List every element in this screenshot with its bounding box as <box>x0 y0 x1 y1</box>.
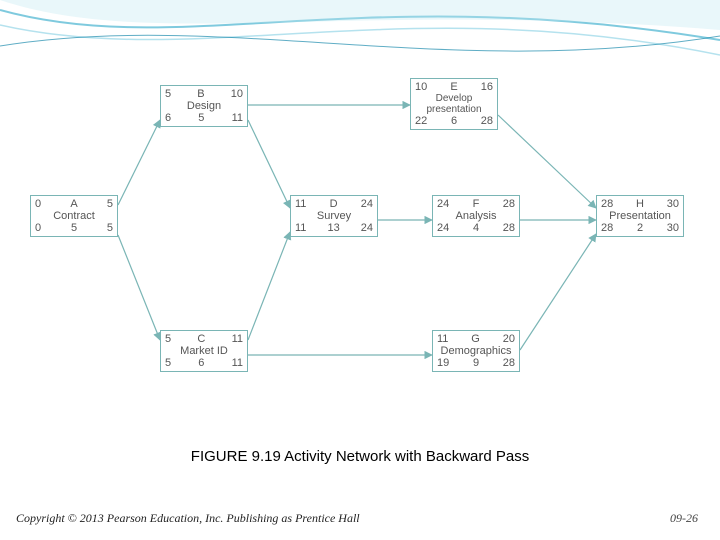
node-lf: 28 <box>503 222 515 234</box>
node-name: Contract <box>31 210 117 222</box>
node-ef: 30 <box>667 198 679 210</box>
node-dur: 2 <box>637 222 643 234</box>
node-name-line1: Develop <box>411 93 497 104</box>
node-name: Presentation <box>597 210 683 222</box>
node-lf: 5 <box>107 222 113 234</box>
node-name: Analysis <box>433 210 519 222</box>
node-lf: 28 <box>503 357 515 369</box>
node-lf: 28 <box>481 115 493 127</box>
node-ls: 5 <box>165 357 171 369</box>
node-ls: 11 <box>295 222 306 234</box>
node-name-line2: presentation <box>411 104 497 115</box>
node-lf: 11 <box>232 357 243 369</box>
copyright-text: Copyright © 2013 Pearson Education, Inc.… <box>16 511 360 526</box>
node-id: D <box>330 198 338 210</box>
node-lf: 24 <box>361 222 373 234</box>
node-name: Demographics <box>433 345 519 357</box>
node-D: 11 D 24 Survey 11 13 24 <box>290 195 378 237</box>
node-es: 11 <box>295 198 306 210</box>
node-H: 28 H 30 Presentation 28 2 30 <box>596 195 684 237</box>
node-id: G <box>471 333 480 345</box>
node-es: 0 <box>35 198 41 210</box>
node-ls: 19 <box>437 357 449 369</box>
node-es: 24 <box>437 198 449 210</box>
node-ef: 16 <box>481 81 493 93</box>
node-ef: 10 <box>231 88 243 100</box>
node-dur: 6 <box>198 357 204 369</box>
node-G: 11 G 20 Demographics 19 9 28 <box>432 330 520 372</box>
node-id: A <box>70 198 77 210</box>
node-id: E <box>450 81 457 93</box>
node-es: 28 <box>601 198 613 210</box>
node-ls: 22 <box>415 115 427 127</box>
node-es: 5 <box>165 333 171 345</box>
node-ls: 6 <box>165 112 171 124</box>
node-id: B <box>197 88 204 100</box>
node-dur: 6 <box>451 115 457 127</box>
edge-G-H <box>520 234 596 350</box>
edge-B-D <box>248 120 290 208</box>
node-ef: 11 <box>232 333 243 345</box>
node-es: 10 <box>415 81 427 93</box>
node-F: 24 F 28 Analysis 24 4 28 <box>432 195 520 237</box>
node-A: 0 A 5 Contract 0 5 5 <box>30 195 118 237</box>
node-lf: 30 <box>667 222 679 234</box>
activity-network-diagram: 0 A 5 Contract 0 5 5 5 B 10 Design 6 5 11 5 C 11 M… <box>0 60 720 430</box>
node-ef: 24 <box>361 198 373 210</box>
edge-C-D <box>248 232 290 340</box>
node-id: C <box>197 333 205 345</box>
node-dur: 9 <box>473 357 479 369</box>
node-name: Survey <box>291 210 377 222</box>
node-dur: 4 <box>473 222 479 234</box>
node-B: 5 B 10 Design 6 5 11 <box>160 85 248 127</box>
node-ls: 28 <box>601 222 613 234</box>
node-name: Design <box>161 100 247 112</box>
node-dur: 5 <box>198 112 204 124</box>
node-E: 10 E 16 Develop presentation 22 6 28 <box>410 78 498 130</box>
node-name: Market ID <box>161 345 247 357</box>
node-es: 5 <box>165 88 171 100</box>
node-ls: 24 <box>437 222 449 234</box>
node-dur: 13 <box>327 222 339 234</box>
node-id: F <box>473 198 480 210</box>
node-ls: 0 <box>35 222 41 234</box>
node-id: H <box>636 198 644 210</box>
node-ef: 5 <box>107 198 113 210</box>
page-number: 09-26 <box>670 511 698 526</box>
arrow-layer <box>0 60 720 430</box>
edge-A-B <box>118 120 160 205</box>
node-es: 11 <box>437 333 448 345</box>
node-lf: 11 <box>232 112 243 124</box>
edge-A-C <box>118 235 160 340</box>
node-ef: 28 <box>503 198 515 210</box>
figure-caption: FIGURE 9.19 Activity Network with Backwa… <box>0 448 720 465</box>
node-ef: 20 <box>503 333 515 345</box>
node-C: 5 C 11 Market ID 5 6 11 <box>160 330 248 372</box>
node-dur: 5 <box>71 222 77 234</box>
